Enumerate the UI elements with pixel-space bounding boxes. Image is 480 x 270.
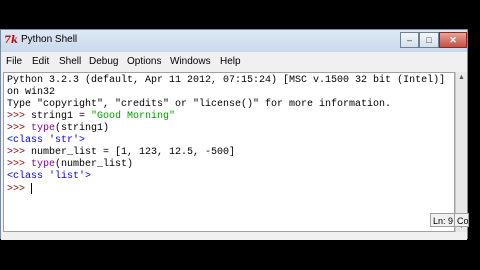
builtin-name: type: [31, 123, 56, 134]
line-indicator: Ln: 9: [430, 213, 457, 227]
minimize-button[interactable]: –: [400, 32, 419, 48]
idle-app-icon: 7k: [4, 35, 18, 46]
shell-prompt: >>>: [7, 123, 32, 134]
code-text: number_list = [1, 123, 12.5, -500]: [31, 147, 236, 158]
banner-line-1: Python 3.2.3 (default, Apr 11 2012, 07:1…: [7, 75, 446, 86]
builtin-name: type: [31, 159, 56, 170]
shell-text-area[interactable]: Python 3.2.3 (default, Apr 11 2012, 07:1…: [3, 72, 455, 232]
string-literal: "Good Morning": [91, 111, 176, 122]
input-line-3: >>> number_list = [1, 123, 12.5, -500]: [7, 147, 235, 159]
shell-prompt: >>>: [7, 147, 32, 158]
menu-options[interactable]: Options: [127, 56, 161, 67]
code-text: string1 =: [31, 111, 92, 122]
menu-shell[interactable]: Shell: [59, 56, 81, 67]
input-line-2: >>> type(string1): [7, 123, 109, 135]
title-bar[interactable]: 7k Python Shell – □ ✕: [1, 30, 467, 52]
banner-line-3: Type "copyright", "credits" or "license(…: [7, 99, 392, 110]
python-shell-window: 7k Python Shell – □ ✕ File Edit Shell De…: [0, 29, 469, 240]
code-text: (number_list): [55, 159, 134, 170]
output-line-2: <class 'list'>: [7, 171, 92, 182]
menu-bar: File Edit Shell Debug Options Windows He…: [1, 52, 467, 72]
current-input-line[interactable]: >>>: [7, 183, 33, 196]
scroll-up-arrow-icon[interactable]: ▲: [456, 72, 467, 83]
code-text: (string1): [55, 123, 110, 134]
menu-file[interactable]: File: [6, 56, 22, 67]
maximize-button[interactable]: □: [419, 32, 439, 48]
shell-prompt: >>>: [7, 111, 32, 122]
menu-edit[interactable]: Edit: [32, 56, 49, 67]
vertical-scrollbar[interactable]: ▲ ▼: [455, 72, 467, 232]
text-cursor: [31, 183, 33, 194]
menu-debug[interactable]: Debug: [89, 56, 118, 67]
input-line-4: >>> type(number_list): [7, 159, 133, 171]
window-title: Python Shell: [21, 34, 78, 45]
banner-line-2: on win32: [7, 87, 56, 98]
menu-help[interactable]: Help: [220, 56, 241, 67]
menu-windows[interactable]: Windows: [170, 56, 211, 67]
column-indicator: Col: 4: [454, 213, 469, 227]
close-button[interactable]: ✕: [439, 32, 467, 48]
output-line-1: <class 'str'>: [7, 135, 86, 146]
shell-prompt: >>>: [7, 184, 32, 196]
shell-prompt: >>>: [7, 159, 32, 170]
status-bar: Ln: 9 Col: 4: [1, 213, 469, 240]
input-line-1: >>> string1 = "Good Morning": [7, 111, 175, 123]
